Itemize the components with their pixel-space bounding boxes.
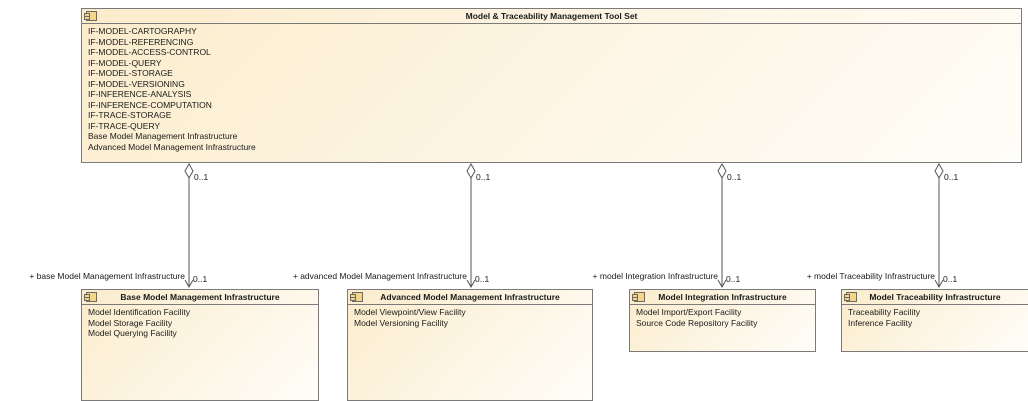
source-multiplicity: 0..1 <box>476 172 491 182</box>
model-traceability-component[interactable]: Model Traceability Infrastructure Tracea… <box>841 289 1028 352</box>
list-item: Model Versioning Facility <box>354 317 449 328</box>
role-label: + model Traceability Infrastructure <box>806 271 935 281</box>
component-icon <box>350 292 363 302</box>
component-title: Advanced Model Management Infrastructure <box>380 292 560 302</box>
aggregation-diamond-icon <box>717 162 727 180</box>
target-multiplicity: 0..1 <box>475 274 490 284</box>
role-label: + model Integration Infrastructure <box>592 271 718 281</box>
advanced-model-management-component[interactable]: Advanced Model Management Infrastructure… <box>347 289 593 401</box>
component-icon <box>84 11 97 21</box>
component-icon <box>84 292 97 302</box>
component-title: Base Model Management Infrastructure <box>120 292 280 302</box>
list-item: IF-MODEL-VERSIONING <box>88 78 185 89</box>
list-item: IF-MODEL-CARTOGRAPHY <box>88 26 197 36</box>
facility-list: Traceability Facility Inference Facility <box>842 305 1028 328</box>
tool-set-interface-list: IF-MODEL-CARTOGRAPHY IF-MODEL-REFERENCIN… <box>82 24 1021 158</box>
aggregation-diamond-icon <box>466 162 476 180</box>
list-item: Advanced Model Management Infrastructure <box>88 141 256 152</box>
list-item: Traceability Facility <box>848 307 920 317</box>
model-integration-component[interactable]: Model Integration Infrastructure Model I… <box>629 289 816 352</box>
target-multiplicity: 0..1 <box>943 274 958 284</box>
list-item: IF-MODEL-REFERENCING <box>88 36 194 47</box>
list-item: Model Querying Facility <box>88 328 177 338</box>
facility-list: Model Viewpoint/View Facility Model Vers… <box>348 305 592 328</box>
list-item: Source Code Repository Facility <box>636 317 758 328</box>
component-header: Base Model Management Infrastructure <box>82 290 318 305</box>
component-header: Model Integration Infrastructure <box>630 290 815 305</box>
list-item: Inference Facility <box>848 317 913 328</box>
list-item: Model Identification Facility <box>88 307 191 317</box>
list-item: IF-MODEL-ACCESS-CONTROL <box>88 47 211 57</box>
component-icon <box>632 292 645 302</box>
list-item: IF-INFERENCE-COMPUTATION <box>88 99 212 110</box>
source-multiplicity: 0..1 <box>194 172 209 182</box>
list-item: Model Import/Export Facility <box>636 307 742 317</box>
component-title: Model Integration Infrastructure <box>658 292 787 302</box>
source-multiplicity: 0..1 <box>944 172 959 182</box>
component-header: Advanced Model Management Infrastructure <box>348 290 592 305</box>
facility-list: Model Identification Facility Model Stor… <box>82 305 318 339</box>
list-item: Base Model Management Infrastructure <box>88 131 238 141</box>
list-item: Model Viewpoint/View Facility <box>354 307 466 317</box>
facility-list: Model Import/Export Facility Source Code… <box>630 305 815 328</box>
component-header: Model Traceability Infrastructure <box>842 290 1028 305</box>
target-multiplicity: 0..1 <box>193 274 208 284</box>
tool-set-header: Model & Traceability Management Tool Set <box>82 9 1021 24</box>
list-item: Model Storage Facility <box>88 317 173 328</box>
list-item: IF-TRACE-STORAGE <box>88 110 172 120</box>
component-title: Model Traceability Infrastructure <box>869 292 1001 302</box>
component-icon <box>844 292 857 302</box>
role-label: + base Model Management Infrastructure <box>29 271 185 281</box>
aggregation-diamond-icon <box>934 162 944 180</box>
tool-set-component[interactable]: Model & Traceability Management Tool Set… <box>81 8 1022 163</box>
role-label: + advanced Model Management Infrastructu… <box>292 271 467 281</box>
list-item: IF-TRACE-QUERY <box>88 120 161 131</box>
tool-set-title: Model & Traceability Management Tool Set <box>465 11 638 21</box>
target-multiplicity: 0..1 <box>726 274 741 284</box>
aggregation-diamond-icon <box>184 162 194 180</box>
list-item: IF-MODEL-STORAGE <box>88 68 173 78</box>
source-multiplicity: 0..1 <box>727 172 742 182</box>
base-model-management-component[interactable]: Base Model Management Infrastructure Mod… <box>81 289 319 401</box>
list-item: IF-INFERENCE-ANALYSIS <box>88 89 192 99</box>
list-item: IF-MODEL-QUERY <box>88 57 162 68</box>
